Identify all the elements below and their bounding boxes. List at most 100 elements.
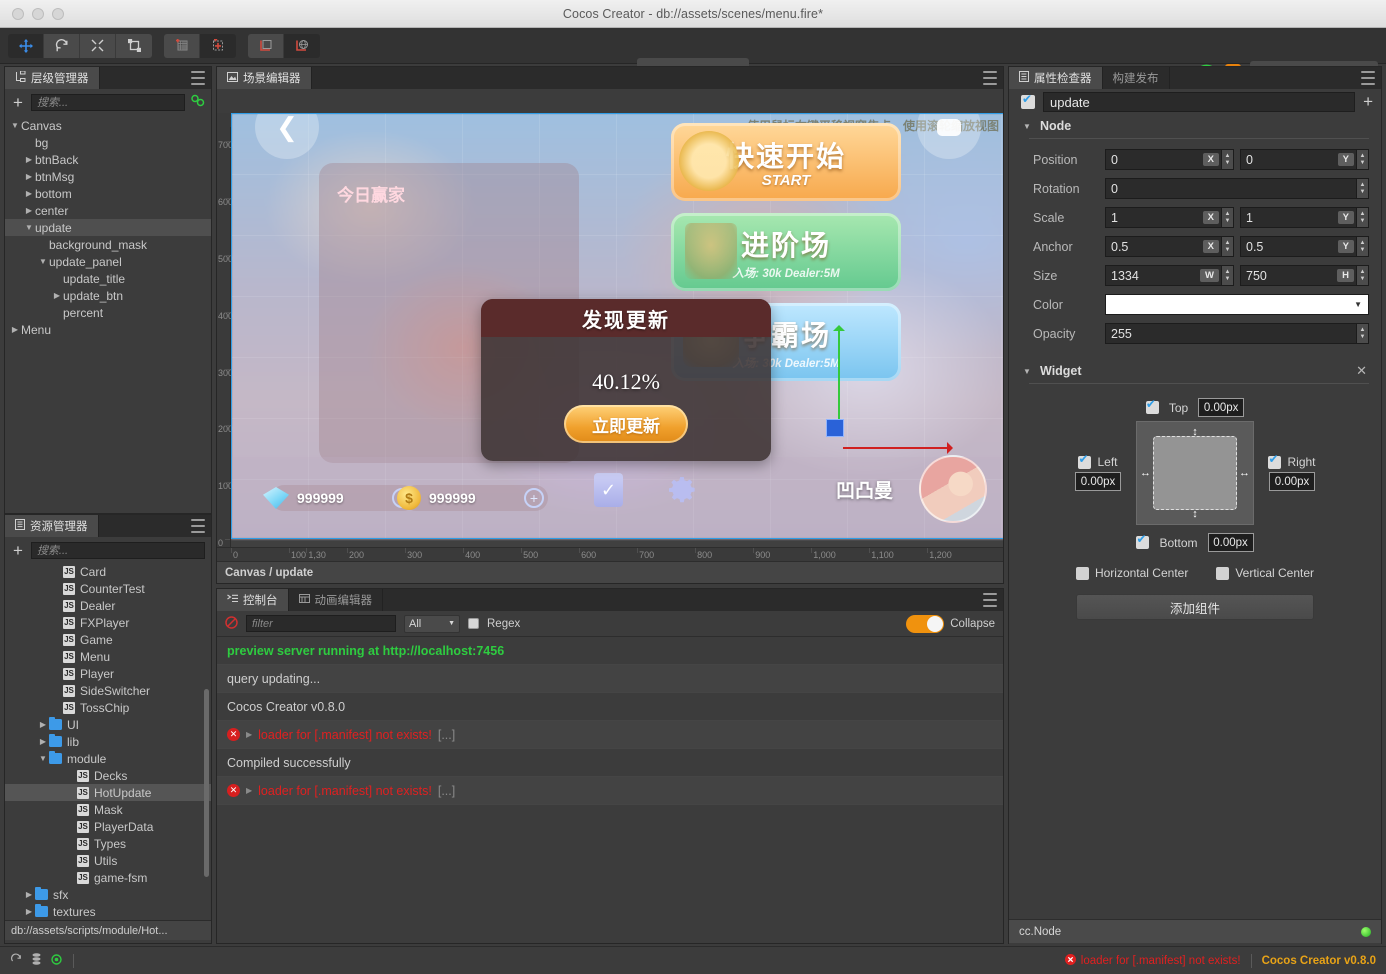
asset-item-countertest[interactable]: JSCounterTest	[5, 580, 211, 597]
hierarchy-tree[interactable]: ▼Canvasbg▶btnBack▶btnMsg▶bottom▶center▼u…	[5, 115, 211, 338]
console-level-select[interactable]: All ▼	[404, 615, 460, 633]
advanced-room-button[interactable]: 进阶场 入场: 30k Dealer:5M	[671, 213, 901, 291]
console-filter-input[interactable]: filter	[246, 615, 396, 632]
tab-hierarchy[interactable]: 层级管理器	[5, 67, 100, 89]
size-x-field[interactable]: 1334W▲▼	[1105, 265, 1234, 286]
size-y-field[interactable]: 750H▲▼	[1240, 265, 1369, 286]
inspector-menu-button[interactable]	[1361, 71, 1375, 85]
asset-item-card[interactable]: JSCard	[5, 563, 211, 580]
asset-item-decks[interactable]: JSDecks	[5, 767, 211, 784]
console-log-list[interactable]: preview server running at http://localho…	[217, 637, 1003, 805]
gem-currency-pill[interactable]: 999999 +	[271, 485, 416, 511]
scale-x-stepper[interactable]: ▲▼	[1221, 208, 1233, 227]
hierarchy-node-bg[interactable]: bg	[5, 134, 211, 151]
hierarchy-menu-button[interactable]	[191, 71, 205, 85]
chevron-right-icon[interactable]: ▶	[23, 155, 35, 164]
hierarchy-node-update[interactable]: ▼update	[5, 219, 211, 236]
status-error-message[interactable]: loader for [.manifest] not exists!	[1065, 954, 1241, 968]
settings-gear-icon[interactable]	[665, 473, 699, 507]
chevron-right-icon[interactable]: ▶	[9, 325, 21, 334]
player-avatar[interactable]	[919, 455, 987, 523]
collapse-toggle[interactable]	[906, 615, 944, 633]
assets-search-input[interactable]: 搜索...	[31, 542, 205, 559]
asset-item-types[interactable]: JSTypes	[5, 835, 211, 852]
tasks-button[interactable]: ✓	[594, 473, 623, 507]
add-component-plus-button[interactable]: +	[1363, 92, 1373, 112]
opacity-stepper[interactable]: ▲▼	[1356, 324, 1368, 343]
gizmo-y-axis[interactable]	[838, 329, 840, 427]
node-enabled-checkbox[interactable]	[1021, 95, 1035, 109]
hierarchy-node-center[interactable]: ▶center	[5, 202, 211, 219]
remove-widget-button[interactable]: ✕	[1356, 363, 1367, 379]
color-swatch[interactable]: ▼	[1105, 294, 1369, 315]
hierarchy-node-percent[interactable]: percent	[5, 304, 211, 321]
asset-item-hotupdate[interactable]: JSHotUpdate	[5, 784, 211, 801]
hierarchy-node-btnmsg[interactable]: ▶btnMsg	[5, 168, 211, 185]
assets-list[interactable]: JSCardJSCounterTestJSDealerJSFXPlayerJSG…	[5, 563, 211, 920]
tab-assets[interactable]: 资源管理器	[5, 515, 99, 537]
tab-console[interactable]: 控制台	[217, 589, 289, 611]
chevron-down-icon[interactable]: ▼	[37, 754, 49, 763]
node-section-header[interactable]: ▼ Node	[1009, 115, 1381, 137]
scale-x-field[interactable]: 1X▲▼	[1105, 207, 1234, 228]
chevron-right-icon[interactable]: ▶	[23, 172, 35, 181]
node-name-input[interactable]: update	[1043, 92, 1355, 112]
update-now-button[interactable]: 立即更新	[564, 405, 688, 443]
hierarchy-node-update-panel[interactable]: ▼update_panel	[5, 253, 211, 270]
assets-menu-button[interactable]	[191, 519, 205, 533]
tab-animation-editor[interactable]: 动画编辑器	[289, 589, 384, 611]
asset-item-textures[interactable]: ▶textures	[5, 903, 211, 920]
asset-item-dealer[interactable]: JSDealer	[5, 597, 211, 614]
console-log-row[interactable]: preview server running at http://localho…	[217, 637, 1003, 665]
rect-tool-button[interactable]	[116, 34, 152, 58]
widget-vertical-center-checkbox[interactable]	[1216, 567, 1229, 580]
gizmo-center-handle[interactable]	[826, 419, 844, 437]
asset-item-tosschip[interactable]: JSTossChip	[5, 699, 211, 716]
size-x-stepper[interactable]: ▲▼	[1221, 266, 1233, 285]
asset-item-utils[interactable]: JSUtils	[5, 852, 211, 869]
position-x-stepper[interactable]: ▲▼	[1221, 150, 1233, 169]
anchor-y-stepper[interactable]: ▲▼	[1356, 237, 1368, 256]
quick-start-button[interactable]: 快速开始 START	[671, 123, 901, 201]
assets-scrollbar[interactable]	[204, 689, 209, 877]
widget-bottom-value[interactable]: 0.00px	[1208, 533, 1254, 552]
hierarchy-node-menu[interactable]: ▶Menu	[5, 321, 211, 338]
hierarchy-node-background-mask[interactable]: background_mask	[5, 236, 211, 253]
add-coins-button[interactable]: +	[524, 488, 544, 508]
asset-item-ui[interactable]: ▶UI	[5, 716, 211, 733]
chevron-down-icon[interactable]: ▼	[37, 257, 49, 266]
asset-item-menu[interactable]: JSMenu	[5, 648, 211, 665]
size-y-stepper[interactable]: ▲▼	[1356, 266, 1368, 285]
scale-y-field[interactable]: 1Y▲▼	[1240, 207, 1369, 228]
widget-left-value[interactable]: 0.00px	[1075, 472, 1121, 491]
position-y-field[interactable]: 0Y▲▼	[1240, 149, 1369, 170]
chevron-right-icon[interactable]: ▶	[51, 291, 63, 300]
add-node-button[interactable]: +	[11, 94, 25, 111]
anchor-y-field[interactable]: 0.5Y▲▼	[1240, 236, 1369, 257]
widget-top-checkbox[interactable]	[1146, 401, 1159, 414]
rotate-tool-button[interactable]	[44, 34, 80, 58]
scene-menu-button[interactable]	[983, 71, 997, 85]
chevron-right-icon[interactable]: ▶	[23, 189, 35, 198]
asset-item-module[interactable]: ▼module	[5, 750, 211, 767]
hierarchy-search-input[interactable]: 搜索...	[31, 94, 185, 111]
asset-item-playerdata[interactable]: JSPlayerData	[5, 818, 211, 835]
console-log-row[interactable]: Cocos Creator v0.8.0	[217, 693, 1003, 721]
rotation-field[interactable]: 0▲▼	[1105, 178, 1369, 199]
scene-canvas-area[interactable]: 使用鼠标右键平移视窗焦点，使用滚轮缩放视图 ❮ 今日赢家 快速开始 START	[231, 113, 1003, 547]
scale-tool-button[interactable]	[80, 34, 116, 58]
console-menu-button[interactable]	[983, 593, 997, 607]
add-component-button[interactable]: 添加组件	[1076, 594, 1314, 620]
hierarchy-node-btnback[interactable]: ▶btnBack	[5, 151, 211, 168]
chevron-right-icon[interactable]: ▶	[23, 206, 35, 215]
global-coord-tool-button[interactable]	[284, 34, 320, 58]
chevron-down-icon[interactable]: ▼	[23, 223, 35, 232]
regex-checkbox[interactable]	[468, 618, 479, 629]
local-coord-tool-button[interactable]	[248, 34, 284, 58]
position-y-stepper[interactable]: ▲▼	[1356, 150, 1368, 169]
anchor-tool-button[interactable]	[200, 34, 236, 58]
anchor-x-stepper[interactable]: ▲▼	[1221, 237, 1233, 256]
add-asset-button[interactable]: +	[11, 542, 25, 559]
rotation-stepper[interactable]: ▲▼	[1356, 179, 1368, 198]
widget-right-value[interactable]: 0.00px	[1269, 472, 1315, 491]
